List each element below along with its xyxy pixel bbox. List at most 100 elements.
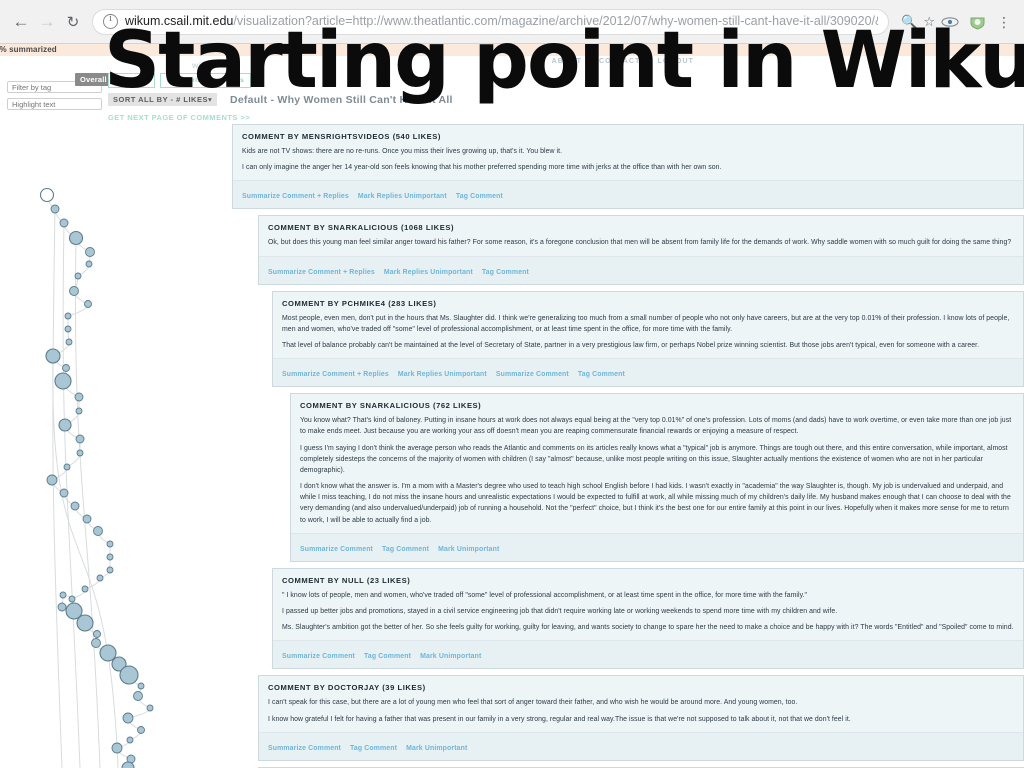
comment-actions: Summarize Comment Tag Comment Mark Unimpor… (291, 532, 1023, 561)
comment-body: COMMENT BY MENSRIGHTSVIDEOS (540 LIKES) K… (233, 125, 1023, 180)
tree-node[interactable] (137, 682, 145, 690)
comment-card[interactable]: COMMENT BY SNARKALICIOUS (762 LIKES) You … (290, 393, 1024, 562)
comment-author-header: COMMENT BY MENSRIGHTSVIDEOS (540 LIKES) (242, 132, 441, 141)
comment-action-link[interactable]: Summarize Comment + Replies (268, 269, 375, 276)
comment-paragraph: Ms. Slaughter's ambition got the better … (282, 624, 1014, 632)
comment-card[interactable]: COMMENT BY NULL (23 LIKES) " I know lots … (272, 567, 1024, 670)
tree-node[interactable] (137, 726, 145, 734)
comment-action-link[interactable]: Tag Comment (456, 193, 503, 200)
comment-paragraph: I passed up better jobs and promotions, … (282, 608, 838, 615)
tree-node[interactable] (91, 638, 101, 648)
comment-action-link[interactable]: Mark Replies Unimportant (384, 269, 473, 276)
comment-action-link[interactable]: Mark Unimportant (406, 745, 467, 752)
tree-node[interactable] (54, 372, 72, 390)
tree-node[interactable] (75, 434, 85, 444)
tree-node[interactable] (65, 338, 73, 346)
comment-paragraph: I can only imagine the anger her 14 year… (242, 164, 722, 172)
tree-node[interactable] (126, 736, 134, 744)
comment-action-link[interactable]: Mark Unimportant (438, 546, 499, 553)
tree-node[interactable] (106, 540, 114, 548)
tree-node[interactable] (74, 272, 82, 280)
comment-actions: Summarize Comment Tag Comment Mark Unimpor… (273, 640, 1023, 669)
tree-node[interactable] (75, 407, 83, 415)
comment-action-link[interactable]: Summarize Comment (300, 546, 373, 553)
comment-actions: Summarize Comment + Replies Mark Replies … (233, 180, 1023, 209)
tree-trunk-link (52, 355, 119, 768)
tree-node[interactable] (59, 591, 67, 599)
tree-node[interactable] (45, 348, 61, 364)
reload-icon[interactable]: ↻ (60, 9, 86, 35)
tree-node[interactable] (82, 514, 92, 524)
comment-action-link[interactable]: Summarize Comment + Replies (282, 371, 389, 378)
forward-icon[interactable]: → (34, 9, 60, 35)
tree-nodes (39, 187, 154, 768)
tree-node[interactable] (39, 187, 55, 203)
comment-action-link[interactable]: Tag Comment (364, 653, 411, 660)
tree-node[interactable] (74, 392, 84, 402)
comment-action-link[interactable]: Tag Comment (482, 269, 529, 276)
tree-node[interactable] (68, 595, 76, 603)
tree-node[interactable] (50, 204, 60, 214)
tree-node[interactable] (64, 325, 72, 333)
tree-node[interactable] (85, 260, 93, 268)
comment-tree-visualization[interactable] (0, 116, 230, 768)
comment-action-link[interactable]: Summarize Comment + Replies (242, 193, 349, 200)
comment-author-header: COMMENT BY SNARKALICIOUS (762 LIKES) (300, 401, 482, 411)
tree-node[interactable] (70, 501, 80, 511)
tree-node[interactable] (81, 585, 89, 593)
tree-node[interactable] (93, 526, 103, 536)
tree-node[interactable] (64, 312, 72, 320)
comment-card[interactable]: COMMENT BY PCHMIKE4 (283 LIKES) Most peo… (272, 290, 1024, 388)
tree-node[interactable] (99, 644, 117, 662)
comment-card[interactable]: COMMENT BY SNARKALICIOUS (1068 LIKES) Ok,… (258, 215, 1024, 285)
comment-author-header: COMMENT BY DOCTORJAY (39 LIKES) (268, 683, 426, 693)
tree-node[interactable] (133, 691, 143, 701)
comment-action-link[interactable]: Tag Comment (350, 745, 397, 752)
comment-paragraph: Kids are not TV shows: there are no re-r… (242, 148, 563, 155)
comment-action-link[interactable]: Tag Comment (382, 546, 429, 553)
comment-action-link[interactable]: Summarize Comment (496, 371, 569, 378)
tree-node[interactable] (85, 247, 95, 257)
comment-body: COMMENT BY DOCTORJAY (39 LIKES) I can't s… (259, 676, 1023, 731)
comment-body: COMMENT BY PCHMIKE4 (283 LIKES) Most peo… (273, 292, 1023, 359)
tree-trunk-link (74, 237, 101, 768)
tree-node[interactable] (119, 665, 139, 685)
tree-node[interactable] (59, 488, 69, 498)
tree-node[interactable] (69, 286, 79, 296)
comment-action-link[interactable]: Mark Replies Unimportant (398, 371, 487, 378)
comment-actions: Summarize Comment Tag Comment Mark Unimpor… (259, 731, 1023, 760)
tree-node[interactable] (62, 364, 70, 372)
wikum-visualization-page: wikum ABOUT CONTACT LOGOUT Overall Hide … (0, 56, 1024, 768)
comment-card[interactable]: COMMENT BY DOCTORJAY (39 LIKES) I can't s… (258, 675, 1024, 761)
tree-node[interactable] (76, 449, 84, 457)
summarized-progress-label: 0% summarized (0, 45, 57, 54)
tree-node[interactable] (57, 602, 67, 612)
comment-action-link[interactable]: Mark Unimportant (420, 653, 481, 660)
tree-node[interactable] (46, 474, 58, 486)
tree-node[interactable] (106, 553, 114, 561)
comment-list[interactable]: COMMENT BY MENSRIGHTSVIDEOS (540 LIKES) K… (232, 124, 1024, 768)
comment-paragraph: That level of balance probably can't be … (282, 341, 980, 349)
tree-node[interactable] (84, 300, 92, 308)
tree-node[interactable] (68, 230, 84, 246)
tree-node[interactable] (146, 704, 154, 712)
comment-paragraph: I guess I'm saying I don't think the ave… (300, 444, 1008, 474)
tree-node[interactable] (58, 418, 72, 432)
tree-node[interactable] (122, 712, 134, 724)
tree-node[interactable] (93, 630, 101, 638)
tree-node[interactable] (63, 463, 71, 471)
comment-action-link[interactable]: Mark Replies Unimportant (358, 193, 447, 200)
tree-node[interactable] (59, 218, 69, 228)
comment-actions: Summarize Comment + Replies Mark Replies … (273, 358, 1023, 387)
tree-node[interactable] (106, 566, 114, 574)
back-icon[interactable]: ← (8, 9, 34, 35)
comment-action-link[interactable]: Tag Comment (578, 371, 625, 378)
highlight-text-input[interactable] (7, 98, 102, 110)
comment-action-link[interactable]: Summarize Comment (268, 745, 341, 752)
comment-actions: Summarize Comment + Replies Mark Replies … (259, 255, 1023, 284)
tree-node[interactable] (96, 574, 104, 582)
comment-action-link[interactable]: Summarize Comment (282, 653, 355, 660)
comment-card[interactable]: COMMENT BY MENSRIGHTSVIDEOS (540 LIKES) K… (232, 124, 1024, 210)
tree-node[interactable] (111, 742, 123, 754)
tree-node[interactable] (76, 614, 94, 632)
